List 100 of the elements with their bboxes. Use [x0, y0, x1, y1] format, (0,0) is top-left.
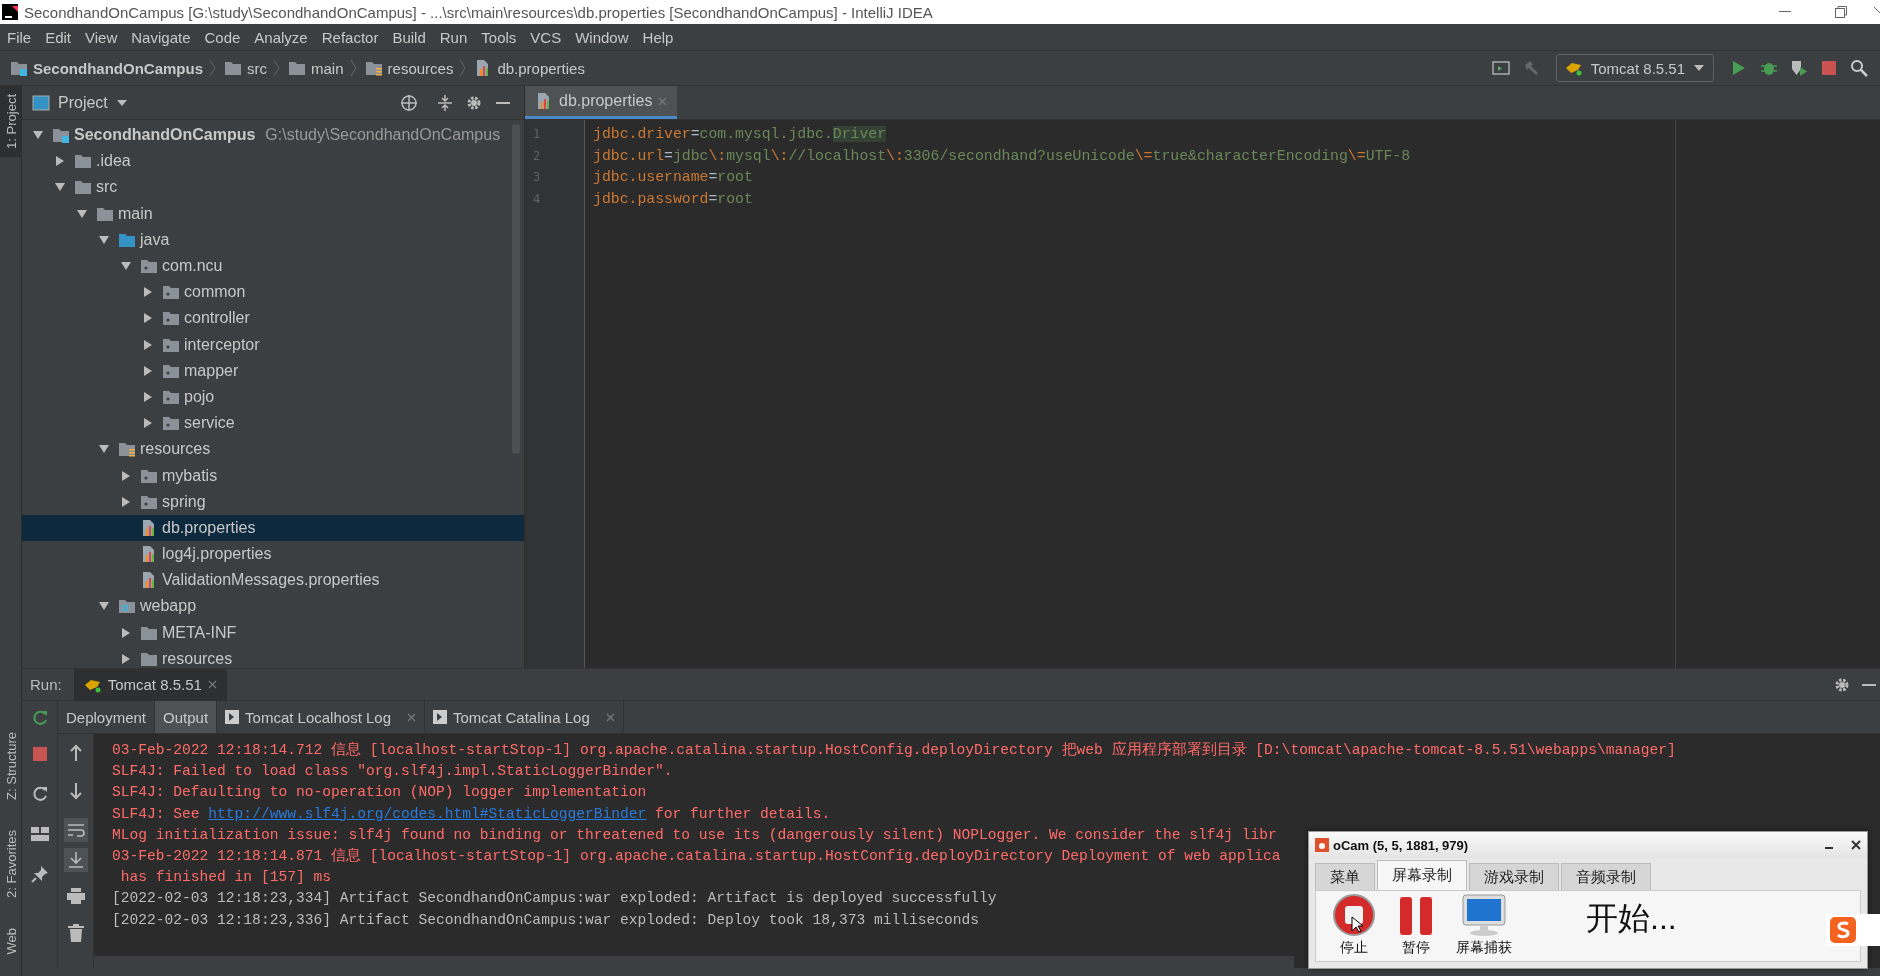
tree-row[interactable]: ValidationMessages.properties: [22, 567, 524, 594]
run-tab[interactable]: Tomcat 8.5.51: [73, 668, 227, 701]
menu-item[interactable]: Run: [432, 24, 475, 50]
input-method-icon[interactable]: [1830, 917, 1856, 943]
side-tab[interactable]: Z: Structure: [0, 723, 22, 808]
recorder-button[interactable]: 暂停: [1390, 893, 1442, 957]
menu-item[interactable]: File: [0, 24, 39, 50]
project-path: G:\study\SecondhandOnCampus: [265, 126, 501, 145]
folder-icon: [74, 179, 92, 196]
breadcrumb[interactable]: main: [284, 53, 348, 83]
tree-row[interactable]: .idea: [22, 148, 524, 175]
settings-icon[interactable]: [1834, 676, 1850, 693]
close-icon[interactable]: [1851, 840, 1861, 850]
print-icon[interactable]: [66, 888, 85, 904]
recorder-tab[interactable]: 音频录制: [1561, 863, 1651, 890]
collapsed-arrow-icon[interactable]: [120, 495, 132, 508]
restore-window-icon[interactable]: [1835, 6, 1847, 18]
breadcrumb[interactable]: db.properties: [470, 53, 589, 83]
monitor-icon: [1459, 893, 1509, 937]
menu-item[interactable]: View: [78, 24, 125, 50]
editor-tab[interactable]: db.properties: [525, 86, 678, 119]
rerun-icon[interactable]: [30, 709, 49, 727]
tree-row[interactable]: main: [22, 200, 524, 227]
tree-row[interactable]: log4j.properties: [22, 541, 524, 568]
tree-row[interactable]: pojo: [22, 383, 524, 411]
restart-icon[interactable]: [30, 785, 49, 803]
chevron-icon: [273, 59, 281, 77]
collapsed-arrow-icon[interactable]: [142, 312, 154, 325]
tree-row[interactable]: db.properties: [22, 514, 524, 541]
stop-record-icon: [1332, 893, 1376, 937]
collapsed-arrow-icon[interactable]: [142, 390, 154, 403]
tree-row[interactable]: resources: [22, 436, 524, 463]
recorder-button[interactable]: 停止: [1328, 893, 1380, 957]
collapsed-arrow-icon[interactable]: [142, 417, 154, 430]
tree-item-label: src: [96, 178, 118, 197]
side-tab[interactable]: 2: Favorites: [0, 821, 22, 906]
run-configuration-dropdown[interactable]: Tomcat 8.5.51: [1555, 54, 1714, 82]
tree-row[interactable]: META-INF: [22, 619, 524, 646]
collapsed-arrow-icon[interactable]: [120, 626, 132, 639]
log-icon: [433, 710, 447, 724]
side-tab[interactable]: Web: [0, 919, 22, 962]
tree-row[interactable]: webapp: [22, 593, 524, 620]
tree-row[interactable]: SecondhandOnCampus G:\study\SecondhandOnCampus: [22, 122, 524, 149]
layout-icon[interactable]: [30, 827, 49, 841]
folder-icon: [96, 205, 114, 222]
minimize-window-icon[interactable]: [1779, 11, 1791, 13]
collapsed-arrow-icon[interactable]: [120, 469, 132, 482]
output-tab[interactable]: Tomcat Catalina Log: [425, 701, 624, 733]
project-view-dropdown[interactable]: Project: [28, 93, 132, 112]
up-arrow-icon[interactable]: [68, 744, 83, 762]
collapsed-arrow-icon[interactable]: [142, 338, 154, 351]
recorder-tab[interactable]: 菜单: [1315, 863, 1375, 890]
pin-icon[interactable]: [30, 865, 49, 883]
breadcrumb[interactable]: resources: [360, 53, 458, 83]
tree-row[interactable]: resources: [22, 645, 524, 668]
collapsed-arrow-icon[interactable]: [120, 652, 132, 665]
soft-wrap-icon[interactable]: [63, 818, 88, 842]
menu-item[interactable]: Help: [635, 24, 681, 50]
tree-row[interactable]: java: [22, 226, 524, 253]
console-line: 03-Feb-2022 12:18:14.712 信息 [localhost-startStop-1] org.apache.catalina.startup.HostConfig.deployDirectory 把web 应用程序部署到目录 [D:\tomcat\apache-tomcat-8.5.51\webapps\manager]: [112, 740, 1676, 760]
menu-item[interactable]: Tools: [474, 24, 524, 50]
tree-row[interactable]: mapper: [22, 357, 524, 384]
trash-icon[interactable]: [67, 924, 84, 942]
side-tab[interactable]: 1: Project: [0, 86, 22, 157]
output-tab[interactable]: Tomcat Localhost Log: [217, 701, 425, 733]
collapsed-arrow-icon[interactable]: [142, 364, 154, 377]
tree-row[interactable]: mybatis: [22, 462, 524, 489]
settings-icon[interactable]: [466, 94, 482, 111]
tree-row[interactable]: controller: [22, 305, 524, 332]
tree-row[interactable]: spring: [22, 488, 524, 515]
collapsed-arrow-icon[interactable]: [54, 155, 66, 168]
console-link[interactable]: http://www.slf4j.org/codes.html#StaticLoggerBinder: [208, 805, 647, 822]
recorder-tab[interactable]: 屏幕录制: [1377, 860, 1467, 890]
down-arrow-icon[interactable]: [68, 782, 83, 800]
code-line: jdbc.password=root: [592, 189, 753, 209]
recorder-tab[interactable]: 游戏录制: [1469, 863, 1559, 890]
menu-item[interactable]: Code: [197, 24, 248, 50]
menu-item[interactable]: Build: [385, 24, 433, 50]
output-tab[interactable]: Output: [155, 701, 218, 733]
menu-item[interactable]: Window: [568, 24, 636, 50]
menu-item[interactable]: VCS: [523, 24, 569, 50]
tree-row[interactable]: interceptor: [22, 331, 524, 358]
menu-item[interactable]: Analyze: [247, 24, 315, 50]
collapsed-arrow-icon[interactable]: [142, 286, 154, 299]
menu-item[interactable]: Navigate: [124, 24, 198, 50]
tree-row[interactable]: common: [22, 279, 524, 306]
tree-row[interactable]: com.ncu: [22, 252, 524, 280]
breadcrumb[interactable]: src: [220, 53, 272, 83]
expanded-arrow-icon[interactable]: [76, 207, 88, 220]
expanded-arrow-icon[interactable]: [98, 233, 110, 246]
window-icon: [32, 94, 50, 111]
scroll-to-end-icon[interactable]: [63, 848, 88, 872]
tree-item-label: META-INF: [162, 623, 237, 642]
menu-item[interactable]: Edit: [38, 24, 79, 50]
tree-row[interactable]: src: [22, 174, 524, 201]
tree-row[interactable]: service: [22, 410, 524, 437]
breadcrumb[interactable]: SecondhandOnCampus: [6, 53, 208, 83]
menu-item[interactable]: Refactor: [314, 24, 386, 50]
recorder-button[interactable]: 屏幕捕获: [1452, 893, 1516, 957]
stop-icon[interactable]: [32, 747, 47, 761]
